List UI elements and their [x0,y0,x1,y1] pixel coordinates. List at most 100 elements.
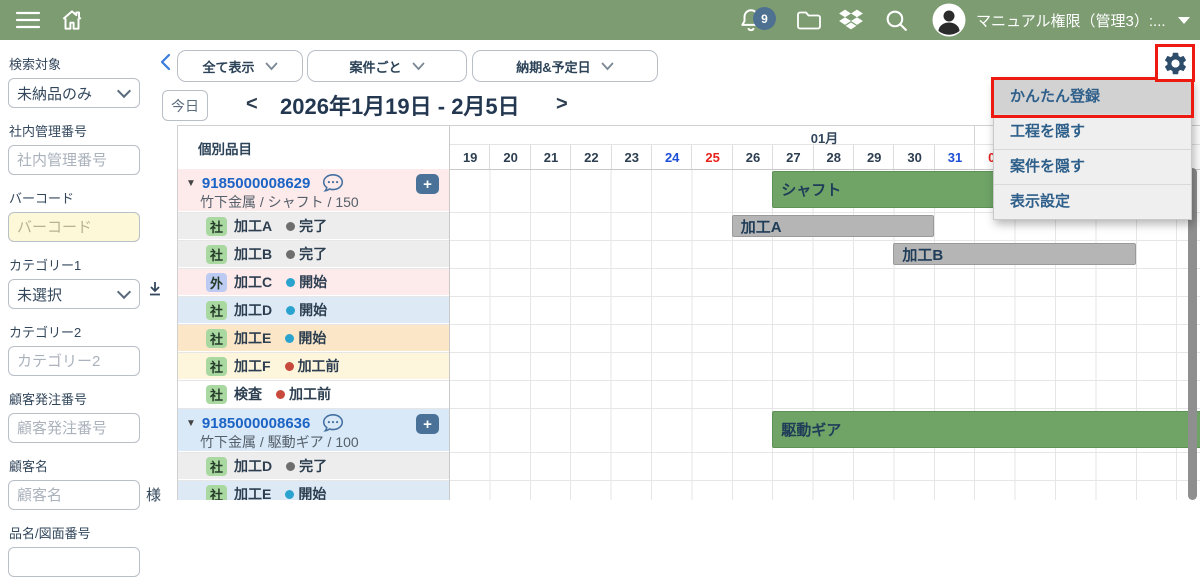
task-row-content: 社加工D開始 [206,297,327,323]
field-label-item-drawing-number: 品名/図面番号 [9,523,155,542]
expand-triangle-icon[interactable]: ▼ [186,418,196,429]
filter-button-2[interactable]: 案件ごと [307,50,467,82]
gantt-row-cell[interactable]: ▼ 9185000008636 + 竹下金属 / 駆動ギア / 100 [178,409,449,452]
status-text: 加工前 [289,384,331,404]
date-range-title: 2026年1月19日 - 2月5日 [280,89,520,121]
filter-button-1[interactable]: 全て表示 [177,50,303,82]
customer-name-input[interactable] [8,480,140,510]
comment-bubble-icon[interactable] [322,173,344,193]
category-1-select[interactable]: 未選択 [8,279,140,309]
gantt-task-row: 社加工F加工前 [178,353,1200,381]
day-header-23: 23 [611,145,652,169]
account-caret-down-icon[interactable] [1176,15,1192,27]
category-1-value: 未選択 [17,284,62,305]
search-icon[interactable] [884,8,909,33]
top-navigation-bar: 9 マニュアル権限（管理3）:... [0,0,1200,40]
item-number-link[interactable]: 9185000008629 [202,175,310,192]
chevron-down-icon [117,285,131,299]
status-text: 完了 [299,456,327,476]
gantt-row-cell[interactable]: ▼ 9185000008629 + 竹下金属 / シャフト / 150 [178,169,449,212]
status-text: 開始 [298,484,326,500]
field-category-2: カテゴリー2 [8,322,155,376]
day-header-22: 22 [570,145,611,169]
search-target-value: 未納品のみ [17,83,92,104]
menu-item-3[interactable]: 案件を隠す [994,150,1191,185]
search-filter-sidebar: 検索対象未納品のみ社内管理番号バーコードカテゴリー1未選択カテゴリー2顧客発注番… [0,40,155,500]
task-name: 加工E [234,328,271,348]
gantt-task-row: 社検査加工前 [178,381,1200,409]
status-dot [286,250,295,259]
folder-icon[interactable] [796,9,822,32]
task-name: 加工C [234,272,272,292]
next-period-arrow[interactable]: > [556,90,568,118]
status-text: 開始 [299,300,327,320]
gantt-row-cell[interactable]: 社検査加工前 [178,381,449,408]
item-drawing-number-input[interactable] [8,547,140,577]
status-dot [286,222,295,231]
add-process-button[interactable]: + [416,174,439,194]
user-avatar[interactable] [932,3,966,37]
gantt-row-cell[interactable]: 社加工D完了 [178,453,449,480]
task-name: 検査 [234,384,262,404]
hamburger-menu-icon[interactable] [15,8,41,32]
gantt-bar[interactable]: 加工B [893,243,1135,265]
gantt-row-cell[interactable]: 社加工E開始 [178,325,449,352]
item-column-header: 個別品目 [178,126,449,170]
field-customer-name: 顧客名様 [8,456,155,510]
download-arrow-icon[interactable] [147,281,163,302]
status-text: 完了 [299,244,327,264]
item-number-link[interactable]: 9185000008636 [202,415,310,432]
prev-period-arrow[interactable]: < [246,90,258,118]
status-dot [286,462,295,471]
gear-icon[interactable] [1162,50,1189,77]
menu-item-4[interactable]: 表示設定 [994,185,1191,219]
filter-button-3[interactable]: 納期&予定日 [472,50,658,82]
dropbox-icon[interactable] [838,8,864,33]
status-dot [276,390,285,399]
status-dot [285,334,294,343]
field-label-customer-name: 顧客名 [9,456,155,475]
gantt-row-cell[interactable]: 外加工C開始 [178,269,449,296]
home-icon[interactable] [59,7,85,33]
add-process-button[interactable]: + [416,414,439,434]
gantt-row-cell[interactable]: 社加工D開始 [178,297,449,324]
internal-badge: 社 [206,301,227,320]
today-button[interactable]: 今日 [162,90,208,121]
category-2-input[interactable] [8,346,140,376]
item-detail-text: 竹下金属 / シャフト / 150 [200,192,359,212]
day-header-28: 28 [813,145,854,169]
gantt-row-cell[interactable]: 社加工B 完了 [178,241,449,268]
task-name: 加工D [234,456,272,476]
item-detail-text: 竹下金属 / 駆動ギア / 100 [200,432,359,452]
month-boundary [974,126,975,144]
customer-order-number-input[interactable] [8,413,140,443]
filter-button-label: 全て表示 [202,57,254,76]
chevron-down-icon [601,62,614,71]
field-label-category-2: カテゴリー2 [9,322,155,341]
task-name: 加工F [234,356,271,376]
task-name: 加工B [234,244,272,264]
expand-triangle-icon[interactable]: ▼ [186,178,196,189]
search-target-select[interactable]: 未納品のみ [8,78,140,108]
task-name: 加工E [234,484,271,500]
day-header-24: 24 [651,145,692,169]
collapse-sidebar-icon[interactable] [159,53,171,71]
task-row-content: 外加工C開始 [206,269,327,295]
gantt-bar[interactable]: 加工A [732,215,934,237]
settings-dropdown-menu: かんたん登録工程を隠す案件を隠す表示設定 [993,79,1192,220]
internal-badge: 社 [206,217,227,236]
internal-control-number-input[interactable] [8,145,140,175]
item-header-line: ▼ 9185000008629 [186,173,344,193]
barcode-input[interactable] [8,212,140,242]
gantt-row-cell[interactable]: 社加工E開始 [178,481,449,500]
user-account-label[interactable]: マニュアル権限（管理3）:... [976,0,1166,40]
comment-bubble-icon[interactable] [322,413,344,433]
day-header-27: 27 [772,145,813,169]
gantt-row-cell[interactable]: 社加工F加工前 [178,353,449,380]
gantt-row-cell[interactable]: 社加工A完了 [178,213,449,240]
internal-badge: 社 [206,245,227,264]
gantt-bar[interactable]: 駆動ギア [772,411,1200,448]
item-header-line: ▼ 9185000008636 [186,413,344,433]
menu-item-2[interactable]: 工程を隠す [994,115,1191,150]
menu-item-1[interactable]: かんたん登録 [994,80,1191,115]
